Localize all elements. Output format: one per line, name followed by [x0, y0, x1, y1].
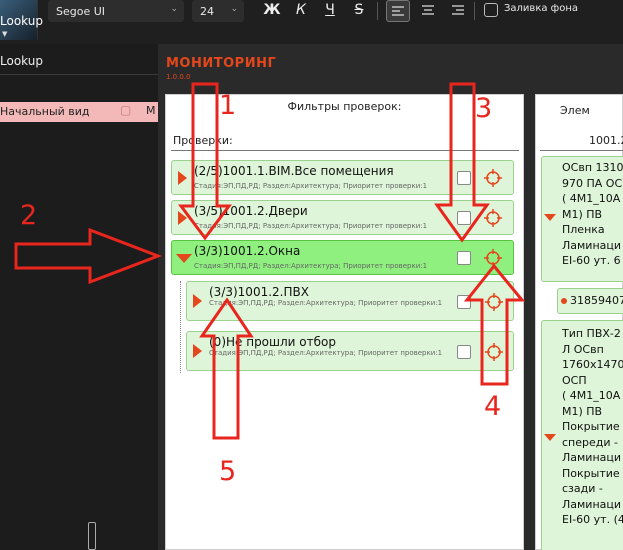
screen: Lookup ▼ Segoe UI ⌄ 24 ⌄ Ж К Ч S Заливка… — [0, 0, 623, 550]
expand-arrow-icon[interactable] — [178, 171, 187, 185]
check-row[interactable]: (2/5)1001.1.BIM.Все помещения Стадия:ЭП,… — [171, 160, 514, 195]
crosshair-icon[interactable] — [484, 342, 504, 362]
checks-label: Проверки: — [173, 134, 233, 147]
check-row-selected[interactable]: (3/3)1001.2.Окна Стадия:ЭП,ПД,РД; Раздел… — [171, 240, 514, 275]
toolbar-divider — [377, 2, 378, 20]
align-left-button[interactable] — [386, 0, 410, 22]
check-meta: Стадия:ЭП,ПД,РД; Раздел:Архитектура; При… — [194, 262, 428, 270]
format-toolbar: Lookup ▼ Segoe UI ⌄ 24 ⌄ Ж К Ч S Заливка… — [0, 0, 623, 44]
background-fill-label: Заливка фона — [504, 3, 579, 14]
background-fill-checkbox[interactable] — [484, 3, 498, 17]
underline-button[interactable]: Ч — [318, 0, 342, 22]
sidebar-item-initial-view[interactable]: Начальный вид — [0, 102, 158, 122]
align-right-button[interactable] — [446, 0, 470, 22]
sidebar-lookup-label: Lookup — [0, 54, 43, 68]
check-meta: Стадия:ЭП,ПД,РД; Раздел:Архитектура; При… — [209, 349, 443, 357]
font-size-value: 24 — [200, 5, 214, 18]
check-checkbox[interactable] — [457, 345, 471, 359]
element-dot-icon — [561, 298, 567, 304]
check-checkbox[interactable] — [457, 211, 471, 225]
expand-arrow-icon[interactable] — [178, 211, 187, 225]
expand-arrow-icon[interactable] — [193, 294, 202, 308]
check-title: (3/3)1001.2.Окна — [194, 244, 301, 258]
chevron-down-icon: ⌄ — [230, 4, 238, 14]
check-title: (0)Не прошли отбор — [209, 335, 336, 349]
app-name: Lookup — [0, 14, 43, 28]
strikethrough-button[interactable]: S — [347, 0, 371, 22]
check-checkbox[interactable] — [457, 295, 471, 309]
sidebar-divider — [0, 74, 158, 75]
annotation-number: 5 — [219, 456, 237, 487]
scrollbar-handle[interactable] — [88, 522, 96, 550]
annotation-number: 2 — [20, 200, 38, 231]
tree-guide-line — [180, 281, 181, 373]
annotation-number: 1 — [219, 90, 237, 121]
italic-button[interactable]: К — [289, 0, 313, 22]
window-title: МОНИТОРИНГ — [166, 56, 277, 71]
check-checkbox[interactable] — [457, 251, 471, 265]
crosshair-icon[interactable] — [483, 208, 503, 228]
check-row[interactable]: (3/3)1001.2.ПВХ Стадия:ЭП,ПД,РД; Раздел:… — [186, 281, 514, 321]
align-right-icon — [452, 5, 464, 15]
font-size-select[interactable]: 24 ⌄ — [192, 0, 244, 22]
checks-divider — [171, 150, 519, 151]
element-card-text: ОСвп 1310 970 ПА ОС ( 4М1_10А М1) ПВ Пле… — [562, 161, 623, 267]
check-title: (2/5)1001.1.BIM.Все помещения — [194, 164, 394, 178]
crosshair-icon[interactable] — [483, 248, 503, 268]
check-meta: Стадия:ЭП,ПД,РД; Раздел:Архитектура; При… — [194, 222, 428, 230]
elements-divider — [540, 150, 623, 151]
annotation-number: 3 — [475, 93, 493, 124]
expand-arrow-icon[interactable] — [193, 344, 202, 358]
font-family-select[interactable]: Segoe UI ⌄ — [48, 0, 184, 22]
elements-header: Элем — [560, 104, 590, 117]
align-left-icon — [392, 6, 404, 16]
crosshair-icon[interactable] — [483, 168, 503, 188]
sidebar-item-truncated[interactable]: М — [146, 104, 156, 117]
elements-subheader: 1001.2. — [589, 134, 623, 147]
font-family-value: Segoe UI — [56, 5, 106, 18]
align-center-icon — [422, 5, 434, 15]
collapse-arrow-icon[interactable] — [176, 254, 192, 263]
window-version: 1.0.0.0 — [166, 73, 191, 81]
align-center-button[interactable] — [416, 0, 440, 22]
check-meta: Стадия:ЭП,ПД,РД; Раздел:Архитектура; При… — [194, 182, 428, 190]
check-checkbox[interactable] — [457, 171, 471, 185]
check-meta: Стадия:ЭП,ПД,РД; Раздел:Архитектура; При… — [209, 299, 443, 307]
collapse-arrow-icon[interactable] — [544, 434, 556, 441]
view-icon: ▢ — [120, 103, 132, 117]
app-menu-caret-icon[interactable]: ▼ — [2, 30, 7, 38]
toolbar-divider — [474, 2, 475, 20]
annotation-number: 4 — [484, 391, 502, 422]
check-title: (3/5)1001.2.Двери — [194, 204, 308, 218]
check-title: (3/3)1001.2.ПВХ — [209, 285, 309, 299]
element-card-text: Тип ПВХ-2 Л ОСвп 1760х1470 ОСП ( 4М1_10А… — [562, 327, 623, 526]
element-id: 318594070 — [570, 294, 623, 307]
crosshair-icon[interactable] — [484, 292, 504, 312]
chevron-down-icon: ⌄ — [170, 4, 178, 14]
collapse-arrow-icon[interactable] — [544, 214, 556, 221]
check-row[interactable]: (0)Не прошли отбор Стадия:ЭП,ПД,РД; Разд… — [186, 331, 514, 371]
check-row[interactable]: (3/5)1001.2.Двери Стадия:ЭП,ПД,РД; Разде… — [171, 200, 514, 235]
bold-button[interactable]: Ж — [260, 0, 284, 22]
